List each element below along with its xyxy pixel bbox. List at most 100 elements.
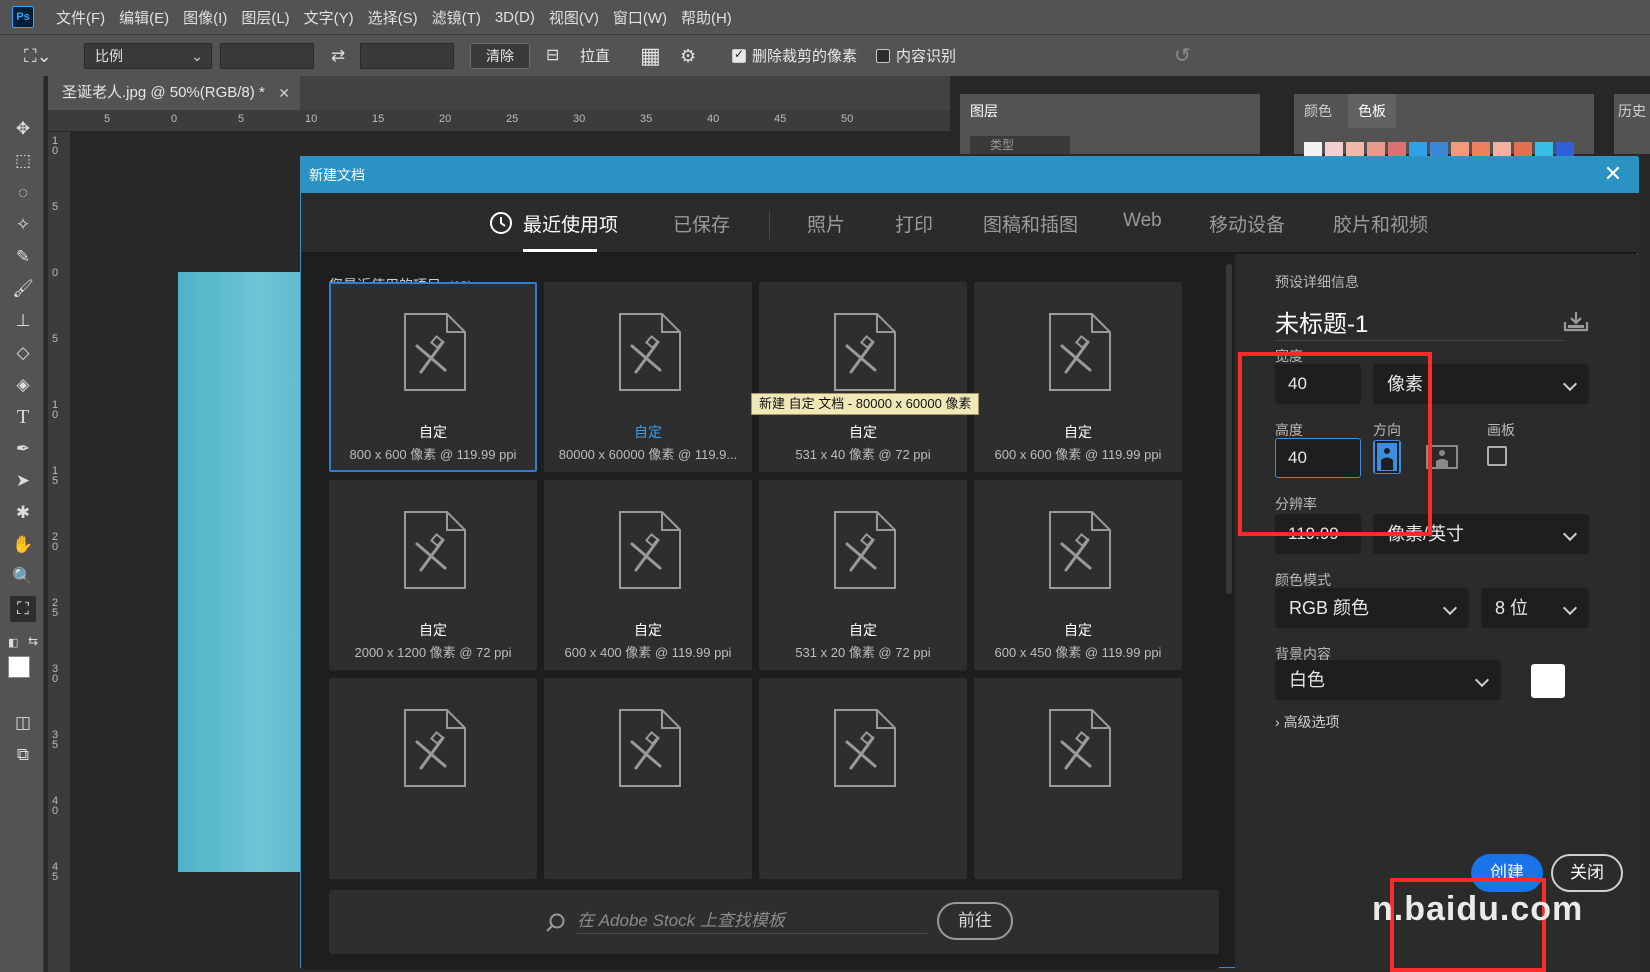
- preset-tile[interactable]: 自定 800 x 600 像素 @ 119.99 ppi: [329, 282, 537, 472]
- preset-tile[interactable]: [329, 678, 537, 879]
- eraser-tool-icon[interactable]: ◇: [10, 340, 36, 366]
- portrait-orientation-icon[interactable]: [1373, 440, 1401, 474]
- color-swatch[interactable]: [1409, 142, 1427, 156]
- stamp-tool-icon[interactable]: ⊥: [10, 308, 36, 334]
- stock-go-button[interactable]: 前往: [937, 902, 1013, 940]
- swap-icon[interactable]: ⇄: [326, 43, 350, 69]
- menu-3d[interactable]: 3D(D): [495, 9, 535, 26]
- preset-tile[interactable]: 自定 531 x 40 像素 @ 72 ppi: [759, 282, 967, 472]
- color-swatch[interactable]: [1367, 142, 1385, 156]
- color-swatch[interactable]: [1430, 142, 1448, 156]
- ratio-select[interactable]: 比例 ⌄: [84, 43, 212, 69]
- artboard-checkbox[interactable]: [1487, 446, 1507, 466]
- tab-mobile[interactable]: 移动设备: [1209, 210, 1285, 237]
- paint-bucket-icon[interactable]: ◈: [10, 372, 36, 398]
- color-swatch[interactable]: [1451, 142, 1469, 156]
- advanced-options-toggle[interactable]: › 高级选项: [1275, 712, 1340, 732]
- close-button[interactable]: 关闭: [1551, 854, 1623, 892]
- eyedropper-icon[interactable]: ✎: [10, 244, 36, 270]
- menu-file[interactable]: 文件(F): [56, 7, 105, 28]
- landscape-orientation-icon[interactable]: [1425, 440, 1459, 474]
- marquee-tool-icon[interactable]: ⬚: [10, 148, 36, 174]
- preset-tile[interactable]: 自定 600 x 450 像素 @ 119.99 ppi: [974, 480, 1182, 670]
- delete-cropped-checkbox[interactable]: [732, 47, 746, 63]
- ratio-width-input[interactable]: [220, 43, 314, 69]
- height-input[interactable]: 40: [1275, 438, 1361, 478]
- stock-search-input[interactable]: 在 Adobe Stock 上查找模板: [577, 910, 927, 934]
- preset-tile[interactable]: [759, 678, 967, 879]
- preset-tile[interactable]: 自定 2000 x 1200 像素 @ 72 ppi: [329, 480, 537, 670]
- menu-window[interactable]: 窗口(W): [613, 7, 667, 28]
- clear-button[interactable]: 清除: [470, 43, 530, 69]
- color-swatch[interactable]: [1493, 142, 1511, 156]
- tab-layers[interactable]: 图层: [960, 94, 1008, 128]
- menu-select[interactable]: 选择(S): [368, 7, 418, 28]
- width-unit-select[interactable]: 像素: [1373, 364, 1589, 404]
- tab-saved[interactable]: 已保存: [673, 210, 730, 237]
- lasso-tool-icon[interactable]: ◌: [10, 180, 36, 206]
- layer-filter-select[interactable]: 类型: [970, 136, 1070, 154]
- color-swatch[interactable]: [1325, 142, 1343, 156]
- resolution-input[interactable]: 119.99: [1275, 514, 1361, 554]
- screen-mode-icon[interactable]: ⧉: [10, 742, 36, 768]
- menu-help[interactable]: 帮助(H): [681, 7, 732, 28]
- tab-web[interactable]: Web: [1123, 210, 1162, 232]
- straighten-icon[interactable]: ⊟: [546, 45, 570, 67]
- preset-tile[interactable]: [544, 678, 752, 879]
- create-button[interactable]: 创建: [1471, 854, 1543, 892]
- color-swatch[interactable]: [1472, 142, 1490, 156]
- document-name-input[interactable]: 未标题-1: [1275, 304, 1368, 339]
- menu-image[interactable]: 图像(I): [183, 7, 227, 28]
- quick-mask-icon[interactable]: ◫: [10, 710, 36, 736]
- resolution-unit-select[interactable]: 像素/英寸: [1373, 514, 1589, 554]
- menu-view[interactable]: 视图(V): [549, 7, 599, 28]
- ratio-height-input[interactable]: [360, 43, 454, 69]
- move-tool-icon[interactable]: ✥: [10, 116, 36, 142]
- straighten-label[interactable]: 拉直: [580, 45, 610, 66]
- document-tab[interactable]: 圣诞老人.jpg @ 50%(RGB/8) * ✕: [48, 76, 300, 110]
- tab-color[interactable]: 颜色: [1294, 94, 1342, 128]
- magic-wand-icon[interactable]: ✧: [10, 212, 36, 238]
- color-swatch[interactable]: [1535, 142, 1553, 156]
- swap-colors-icon[interactable]: ⇆: [28, 634, 44, 650]
- pen-tool-icon[interactable]: ✒: [10, 436, 36, 462]
- gear-icon[interactable]: ⚙: [680, 43, 704, 69]
- bit-depth-select[interactable]: 8 位: [1481, 588, 1589, 628]
- close-tab-icon[interactable]: ✕: [278, 76, 290, 110]
- color-swatch[interactable]: [1388, 142, 1406, 156]
- menu-type[interactable]: 文字(Y): [304, 7, 354, 28]
- background-contents-select[interactable]: 白色: [1275, 660, 1501, 700]
- menu-filter[interactable]: 滤镜(T): [432, 7, 481, 28]
- tab-recent[interactable]: 最近使用项: [523, 210, 618, 237]
- preset-scrollbar[interactable]: [1225, 254, 1233, 969]
- tab-film-video[interactable]: 胶片和视频: [1333, 210, 1428, 237]
- brush-tool-icon[interactable]: 🖌: [10, 276, 36, 302]
- hand-tool-icon[interactable]: ✋: [10, 532, 36, 558]
- default-colors-icon[interactable]: ◧: [8, 636, 24, 652]
- crop-tool-icon[interactable]: ⛶: [10, 596, 36, 622]
- save-preset-icon[interactable]: [1563, 310, 1589, 332]
- width-input[interactable]: 40: [1275, 364, 1361, 404]
- preset-tile[interactable]: [974, 678, 1182, 879]
- tab-print[interactable]: 打印: [895, 210, 933, 237]
- path-select-icon[interactable]: ➤: [10, 468, 36, 494]
- reset-icon[interactable]: ↺: [1174, 41, 1200, 71]
- preset-tile[interactable]: 自定 600 x 600 像素 @ 119.99 ppi: [974, 282, 1182, 472]
- scrollbar-thumb[interactable]: [1226, 264, 1232, 594]
- type-tool-icon[interactable]: T: [10, 404, 36, 430]
- preset-tile[interactable]: 自定 600 x 400 像素 @ 119.99 ppi: [544, 480, 752, 670]
- content-aware-checkbox[interactable]: [876, 49, 890, 63]
- preset-tile[interactable]: 自定 531 x 20 像素 @ 72 ppi: [759, 480, 967, 670]
- foreground-color-swatch[interactable]: [8, 656, 30, 678]
- color-swatch[interactable]: [1304, 142, 1322, 156]
- tab-history[interactable]: 历史: [1614, 94, 1650, 128]
- tab-photo[interactable]: 照片: [807, 210, 845, 237]
- preset-tile[interactable]: 自定 80000 x 60000 像素 @ 119.9...: [544, 282, 752, 472]
- dialog-close-icon[interactable]: ✕: [1599, 157, 1627, 193]
- custom-shape-icon[interactable]: ✱: [10, 500, 36, 526]
- background-color-swatch[interactable]: [1531, 664, 1565, 698]
- color-swatch[interactable]: [1346, 142, 1364, 156]
- tab-art-illustration[interactable]: 图稿和插图: [983, 210, 1078, 237]
- color-swatch[interactable]: [1514, 142, 1532, 156]
- menu-edit[interactable]: 编辑(E): [119, 7, 169, 28]
